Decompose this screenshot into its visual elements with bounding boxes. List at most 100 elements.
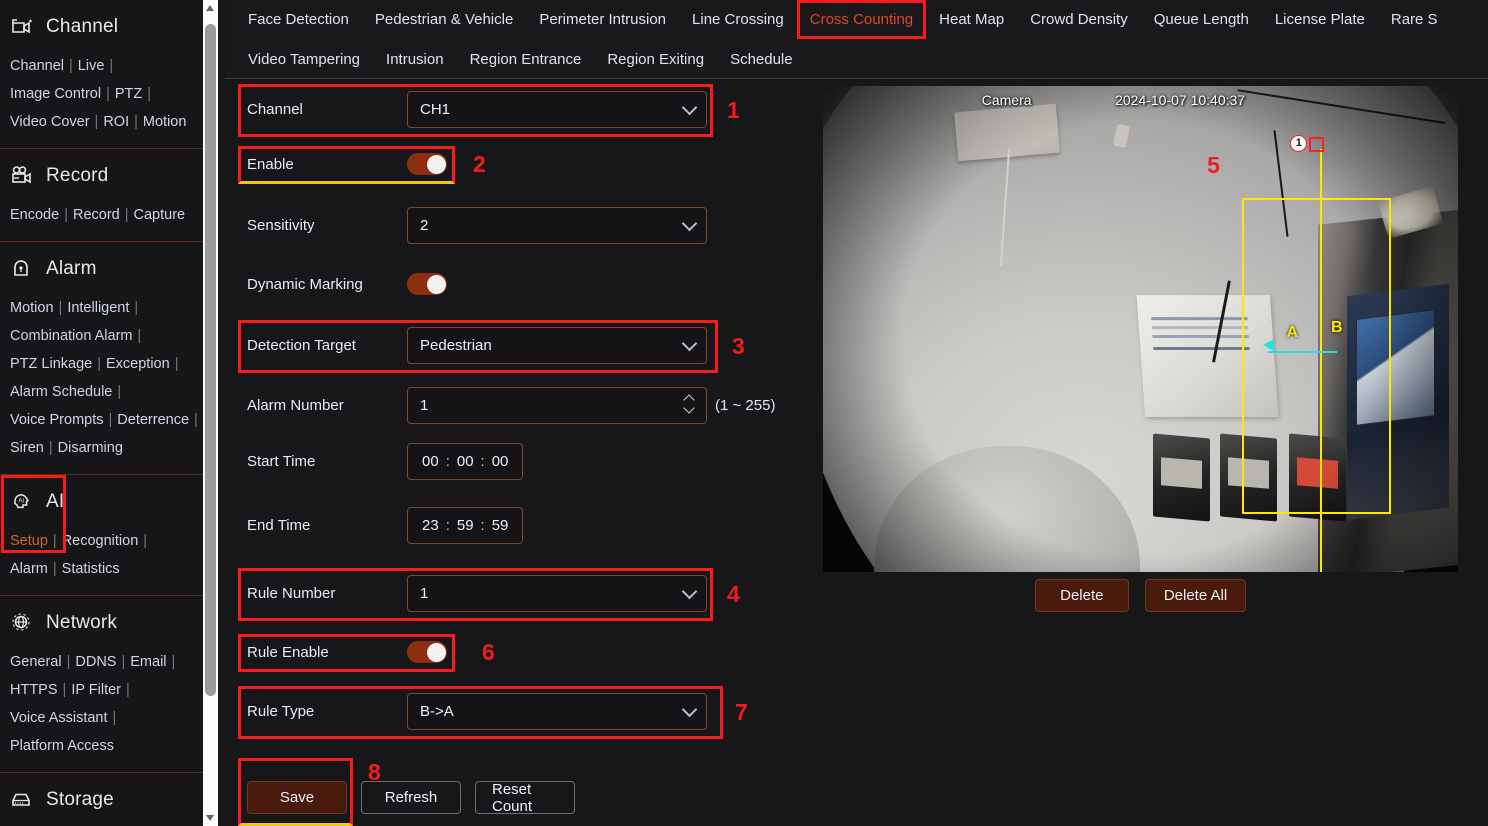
tab-crowd-density[interactable]: Crowd Density — [1017, 5, 1141, 34]
line-endpoint-handle[interactable] — [1309, 137, 1325, 153]
start-time-box[interactable]: 00 : 00 : 00 — [407, 443, 524, 480]
tab-queue-length[interactable]: Queue Length — [1141, 5, 1262, 34]
tab-pedestrian-vehicle[interactable]: Pedestrian & Vehicle — [362, 5, 526, 34]
time-colon: : — [480, 517, 485, 534]
delete-all-button[interactable]: Delete All — [1144, 579, 1247, 612]
detection-target-select-box[interactable]: Pedestrian — [407, 327, 707, 364]
sidebar-item-encode[interactable]: Encode — [10, 207, 59, 223]
rule-number-value: 1 — [420, 585, 429, 602]
detection-region-rect[interactable] — [1242, 197, 1392, 514]
tab-region-exiting[interactable]: Region Exiting — [594, 45, 717, 74]
end-time-input[interactable]: 23 : 59 : 59 — [407, 507, 524, 544]
tab-heat-map[interactable]: Heat Map — [926, 5, 1017, 34]
tab-face-detection[interactable]: Face Detection — [235, 5, 362, 34]
sidebar-group-header[interactable]: Storage — [0, 773, 203, 825]
sidebar-item-image-control[interactable]: Image Control — [10, 86, 101, 102]
start-time-minutes[interactable]: 00 — [457, 453, 474, 470]
sensitivity-value: 2 — [420, 217, 429, 234]
tab-schedule[interactable]: Schedule — [717, 45, 806, 74]
end-time-box[interactable]: 23 : 59 : 59 — [407, 507, 524, 544]
sidebar-item-ptz-linkage[interactable]: PTZ Linkage — [10, 356, 92, 372]
sidebar-item-voice-assistant[interactable]: Voice Assistant — [10, 710, 108, 726]
sidebar-item-statistics[interactable]: Statistics — [62, 561, 120, 577]
sidebar-item-platform-access[interactable]: Platform Access — [10, 738, 114, 754]
rule-type-select[interactable]: B->A — [407, 693, 707, 730]
tab-intrusion[interactable]: Intrusion — [373, 45, 457, 74]
tab-rare-sound[interactable]: Rare S — [1378, 5, 1451, 34]
start-time-hours[interactable]: 00 — [422, 453, 439, 470]
delete-button[interactable]: Delete — [1034, 579, 1129, 612]
end-time-seconds[interactable]: 59 — [492, 517, 509, 534]
sidebar-item-motion-alarm[interactable]: Motion — [10, 300, 54, 316]
dynamic-marking-toggle[interactable] — [407, 273, 447, 295]
cross-counting-line[interactable] — [1320, 149, 1323, 572]
tab-region-entrance[interactable]: Region Entrance — [457, 45, 595, 74]
enable-toggle-switch[interactable] — [407, 153, 447, 175]
sidebar-item-record[interactable]: Record — [73, 207, 120, 223]
sidebar-item-general[interactable]: General — [10, 654, 62, 670]
sidebar-group-header[interactable]: Alarm — [0, 242, 203, 294]
sidebar-item-deterrence[interactable]: Deterrence — [117, 412, 189, 428]
scrollbar-thumb[interactable] — [205, 24, 216, 696]
sidebar-item-siren[interactable]: Siren — [10, 440, 44, 456]
sidebar-item-email[interactable]: Email — [130, 654, 166, 670]
end-time-hours[interactable]: 23 — [422, 517, 439, 534]
dynamic-marking-toggle-switch[interactable] — [407, 273, 447, 295]
sidebar-group-header[interactable]: Record — [0, 149, 203, 201]
sidebar-item-roi[interactable]: ROI — [103, 114, 129, 130]
channel-select[interactable]: CH1 — [407, 91, 707, 128]
alarm-number-stepper[interactable]: 1 — [407, 387, 707, 424]
save-button[interactable]: Save — [247, 781, 347, 814]
detection-target-select[interactable]: Pedestrian — [407, 327, 707, 364]
sidebar-item-ai-alarm[interactable]: Alarm — [10, 561, 48, 577]
sidebar-group-header[interactable]: Channel — [0, 0, 203, 52]
sidebar-item-setup[interactable]: Setup — [10, 533, 48, 549]
scroll-up-arrow-icon[interactable] — [203, 0, 218, 16]
sidebar-item-exception[interactable]: Exception — [106, 356, 170, 372]
start-time-input[interactable]: 00 : 00 : 00 — [407, 443, 524, 480]
sidebar-item-recognition[interactable]: Recognition — [62, 533, 139, 549]
rule-type-select-box[interactable]: B->A — [407, 693, 707, 730]
tab-cross-counting[interactable]: Cross Counting — [796, 0, 927, 39]
tab-perimeter-intrusion[interactable]: Perimeter Intrusion — [526, 5, 679, 34]
stepper-up-icon[interactable] — [685, 395, 694, 401]
rule-number-select-box[interactable]: 1 — [407, 575, 707, 612]
tab-line-crossing[interactable]: Line Crossing — [679, 5, 797, 34]
sidebar-item-https[interactable]: HTTPS — [10, 682, 58, 698]
alarm-number-input[interactable]: 1 — [407, 387, 707, 424]
sidebar-item-video-cover[interactable]: Video Cover — [10, 114, 90, 130]
sidebar-group-alarm: Alarm Motion | Intelligent | Combination Al… — [0, 242, 203, 475]
camera-preview[interactable]: Camera 2024-10-07 10:40:37 1 A B 5 — [823, 86, 1458, 572]
tab-video-tampering[interactable]: Video Tampering — [235, 45, 373, 74]
sidebar-item-live[interactable]: Live — [78, 58, 105, 74]
sidebar-item-channel[interactable]: Channel — [10, 58, 64, 74]
sidebar-item-alarm-schedule[interactable]: Alarm Schedule — [10, 384, 112, 400]
direction-label-a: A — [1286, 324, 1299, 342]
rule-enable-toggle[interactable] — [407, 641, 447, 663]
sidebar-group-header[interactable]: Network — [0, 596, 203, 648]
sidebar-scrollbar[interactable] — [203, 0, 218, 826]
sidebar-item-voice-prompts[interactable]: Voice Prompts — [10, 412, 104, 428]
enable-toggle[interactable] — [407, 153, 447, 175]
sidebar-item-capture[interactable]: Capture — [134, 207, 186, 223]
sidebar-item-ptz[interactable]: PTZ — [115, 86, 142, 102]
scroll-down-arrow-icon[interactable] — [203, 810, 218, 826]
rule-number-select[interactable]: 1 — [407, 575, 707, 612]
start-time-seconds[interactable]: 00 — [492, 453, 509, 470]
sidebar-item-disarming[interactable]: Disarming — [58, 440, 123, 456]
sidebar-item-motion[interactable]: Motion — [143, 114, 187, 130]
sidebar-item-intelligent[interactable]: Intelligent — [67, 300, 129, 316]
sensitivity-select-box[interactable]: 2 — [407, 207, 707, 244]
reset-count-button[interactable]: Reset Count — [475, 781, 575, 815]
sensitivity-select[interactable]: 2 — [407, 207, 707, 244]
sidebar-item-ddns[interactable]: DDNS — [75, 654, 116, 670]
stepper-arrows[interactable] — [685, 395, 694, 411]
sidebar-item-combination-alarm[interactable]: Combination Alarm — [10, 328, 133, 344]
end-time-minutes[interactable]: 59 — [457, 517, 474, 534]
sidebar-group-header[interactable]: AI AI — [0, 475, 203, 527]
stepper-down-icon[interactable] — [685, 405, 694, 411]
tab-license-plate[interactable]: License Plate — [1262, 5, 1378, 34]
channel-select-box[interactable]: CH1 — [407, 91, 707, 128]
rule-enable-toggle-switch[interactable] — [407, 641, 447, 663]
sidebar-item-ip-filter[interactable]: IP Filter — [71, 682, 121, 698]
